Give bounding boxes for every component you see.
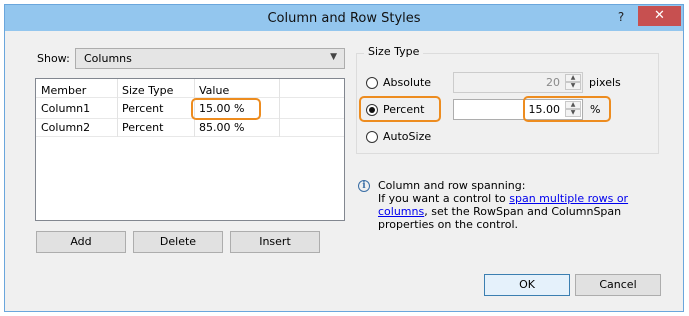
spanning-note: Column and row spanning: If you want a c… xyxy=(378,179,658,231)
show-dropdown[interactable]: Columns ▼ xyxy=(75,48,345,69)
absolute-spinner[interactable]: ▲ ▼ xyxy=(565,74,581,91)
absolute-value-input[interactable]: 20 ▲ ▼ xyxy=(453,72,583,93)
column-header-size-type[interactable]: Size Type xyxy=(118,82,194,99)
note-heading: Column and row spanning: xyxy=(378,179,526,192)
show-dropdown-value: Columns xyxy=(84,52,132,65)
pixels-unit-label: pixels xyxy=(589,76,621,89)
spin-down-icon[interactable]: ▼ xyxy=(565,82,581,90)
add-button[interactable]: Add xyxy=(36,231,126,253)
cell-size-type: Percent xyxy=(122,102,164,115)
cell-size-type: Percent xyxy=(122,121,164,134)
absolute-label: Absolute xyxy=(383,76,432,89)
info-icon: i xyxy=(358,180,370,192)
note-body: If you want a control to span multiple r… xyxy=(378,192,658,231)
insert-button[interactable]: Insert xyxy=(230,231,320,253)
close-button[interactable]: ✕ xyxy=(638,6,681,26)
chevron-down-icon: ▼ xyxy=(330,52,337,62)
ok-button[interactable]: OK xyxy=(484,274,570,296)
grid-divider xyxy=(36,136,344,137)
styles-grid[interactable]: Member Size Type Value Column1 Percent 1… xyxy=(35,78,345,221)
cell-member: Column1 xyxy=(41,102,91,115)
column-header-member[interactable]: Member xyxy=(37,82,117,99)
grid-divider xyxy=(279,79,280,137)
value-highlight xyxy=(191,98,261,120)
help-button[interactable]: ? xyxy=(611,8,631,26)
cancel-button[interactable]: Cancel xyxy=(575,274,661,296)
percent-radio-highlight xyxy=(359,96,441,122)
delete-button[interactable]: Delete xyxy=(133,231,223,253)
title-bar: Column and Row Styles ? ✕ xyxy=(5,5,683,31)
window-title: Column and Row Styles xyxy=(267,11,421,26)
cell-value[interactable]: 85.00 % xyxy=(195,119,279,136)
percent-value-highlight xyxy=(523,96,611,122)
note-text-start: If you want a control to xyxy=(378,192,510,205)
spin-up-icon[interactable]: ▲ xyxy=(565,74,581,82)
autosize-radio[interactable] xyxy=(366,131,378,143)
size-type-title: Size Type xyxy=(364,45,424,58)
absolute-value: 20 xyxy=(546,76,560,89)
show-label: Show: xyxy=(37,52,70,65)
column-header-value[interactable]: Value xyxy=(195,82,279,99)
absolute-radio[interactable] xyxy=(366,77,378,89)
autosize-label: AutoSize xyxy=(383,130,432,143)
cell-member: Column2 xyxy=(41,121,91,134)
